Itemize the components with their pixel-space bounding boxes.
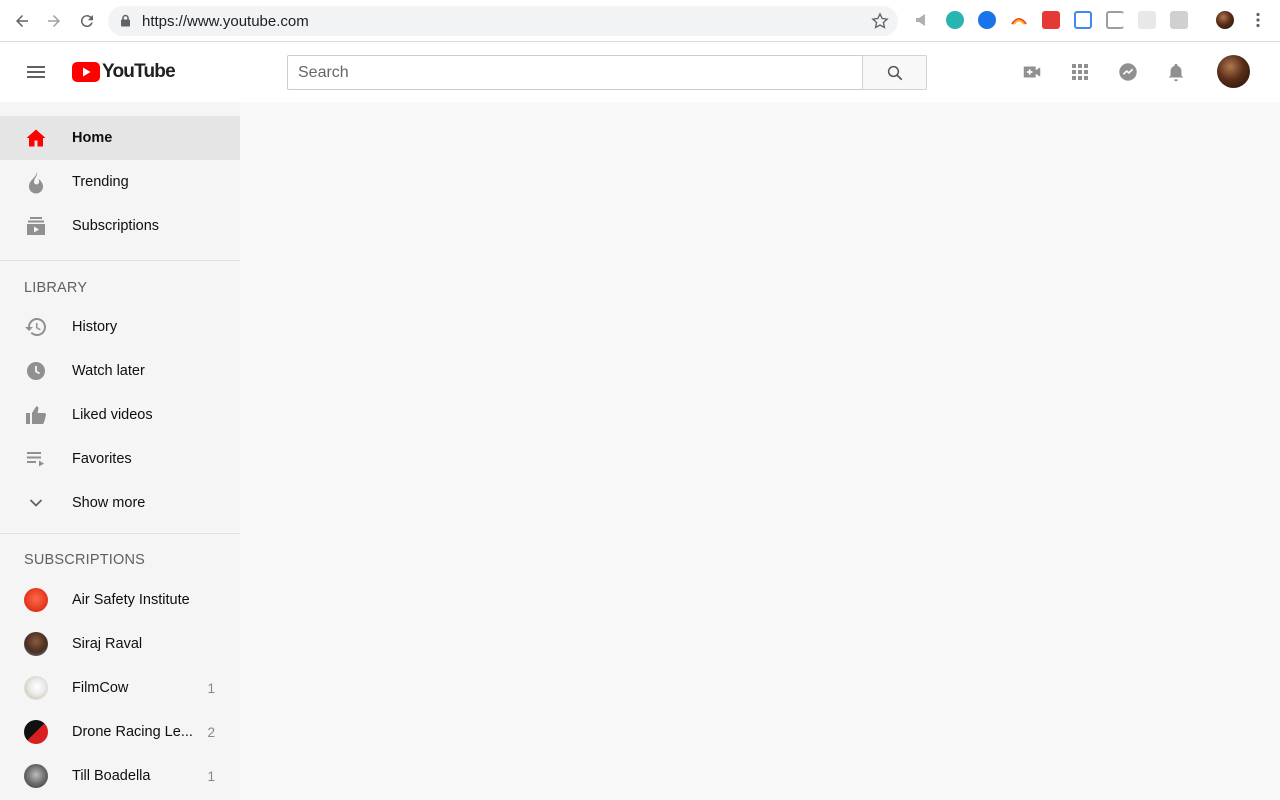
extension-m-icon[interactable] [946, 11, 964, 29]
playlist-icon [27, 452, 44, 467]
reload-button[interactable] [75, 9, 99, 33]
library-section-title: LIBRARY [24, 280, 88, 296]
messages-button[interactable] [1116, 60, 1140, 84]
kebab-menu-icon[interactable] [1249, 11, 1267, 29]
channel-name: FilmCow [72, 680, 129, 696]
address-bar[interactable]: https://www.youtube.com [108, 6, 898, 36]
browser-toolbar: https://www.youtube.com [0, 0, 1280, 42]
flame-icon [29, 172, 43, 194]
channel-name: Till Boadella [72, 768, 151, 784]
sidebar-item-label: Subscriptions [72, 218, 160, 234]
sidebar-item-show-more[interactable]: Show more [0, 481, 240, 525]
back-button[interactable] [10, 9, 34, 33]
thumbs-up-icon [26, 406, 46, 425]
forward-button[interactable] [42, 9, 66, 33]
youtube-play-icon [72, 62, 100, 82]
channel-avatar [24, 632, 48, 656]
sidebar-item-label: Favorites [72, 451, 132, 467]
bookmark-star-icon[interactable] [870, 11, 890, 31]
extension-gray-icon[interactable] [1106, 11, 1124, 29]
channel-name: Siraj Raval [72, 636, 143, 652]
search-input[interactable] [287, 55, 863, 90]
extension-y-icon[interactable] [1170, 11, 1188, 29]
create-video-button[interactable] [1020, 60, 1044, 84]
subscription-item[interactable]: Till Boadella 1 [0, 754, 240, 798]
subscription-item[interactable]: Drone Racing Le... 2 [0, 710, 240, 754]
clock-icon [27, 362, 45, 380]
channel-avatar [24, 676, 48, 700]
channel-name: Drone Racing Le... [72, 724, 193, 740]
divider [0, 533, 240, 534]
extension-grid-icon[interactable] [1138, 11, 1156, 29]
channel-avatar [24, 764, 48, 788]
new-videos-count: 1 [207, 680, 215, 696]
sidebar-item-watch-later[interactable]: Watch later [0, 349, 240, 393]
sidebar-item-label: Trending [72, 174, 129, 190]
sidebar-item-home[interactable]: Home [0, 116, 240, 160]
sidebar-item-label: Watch later [72, 363, 145, 379]
arrow-left-icon [16, 15, 28, 27]
extension-red-icon[interactable] [1042, 11, 1060, 29]
extension-x-icon[interactable] [978, 11, 996, 29]
extension-blue-icon[interactable] [1074, 11, 1092, 29]
browser-profile-avatar[interactable] [1216, 11, 1234, 29]
sidebar-item-favorites[interactable]: Favorites [0, 437, 240, 481]
channel-avatar [24, 720, 48, 744]
channel-name: Air Safety Institute [72, 592, 190, 608]
sidebar-item-label: Show more [72, 495, 146, 511]
channel-avatar [24, 588, 48, 612]
sidebar-item-label: Home [72, 130, 113, 146]
reload-icon [80, 15, 93, 28]
subscriptions-section-title: SUBSCRIPTIONS [24, 552, 146, 568]
youtube-logo[interactable]: YouTube [72, 61, 176, 83]
apps-button[interactable] [1068, 60, 1092, 84]
masthead: YouTube [0, 42, 1280, 102]
search-icon [887, 65, 902, 80]
rainbow-icon[interactable] [1010, 11, 1028, 29]
subscription-item[interactable]: Air Safety Institute [0, 578, 240, 622]
logo-text: YouTube [102, 61, 176, 82]
arrow-right-icon [48, 15, 60, 27]
home-icon [26, 129, 46, 147]
messages-icon [1119, 63, 1137, 81]
chevron-down-icon [29, 499, 43, 507]
sidebar-item-liked-videos[interactable]: Liked videos [0, 393, 240, 437]
subscription-item[interactable]: FilmCow 1 [0, 666, 240, 710]
divider [0, 260, 240, 261]
guide-sidebar: Home Trending Subscriptions LIBRARY Hist… [0, 102, 240, 800]
subscription-item[interactable]: Siraj Raval [0, 622, 240, 666]
sidebar-item-label: History [72, 319, 118, 335]
video-camera-plus-icon [1023, 66, 1041, 78]
search-button[interactable] [862, 55, 927, 90]
new-videos-count: 1 [207, 768, 215, 784]
bell-icon [1168, 63, 1184, 82]
apps-grid-icon [1072, 64, 1088, 80]
sidebar-item-history[interactable]: History [0, 305, 240, 349]
hamburger-menu-icon[interactable] [24, 60, 48, 84]
notifications-button[interactable] [1164, 60, 1188, 84]
megaphone-icon[interactable] [913, 11, 931, 29]
history-icon [25, 318, 46, 336]
sidebar-item-subscriptions[interactable]: Subscriptions [0, 204, 240, 248]
user-avatar[interactable] [1217, 55, 1250, 88]
sidebar-item-trending[interactable]: Trending [0, 160, 240, 204]
lock-icon [121, 14, 130, 27]
new-videos-count: 2 [207, 724, 215, 740]
url-text: https://www.youtube.com [142, 13, 309, 30]
main-content-area [240, 102, 1280, 800]
sidebar-item-label: Liked videos [72, 407, 153, 423]
subscriptions-icon [27, 217, 45, 235]
